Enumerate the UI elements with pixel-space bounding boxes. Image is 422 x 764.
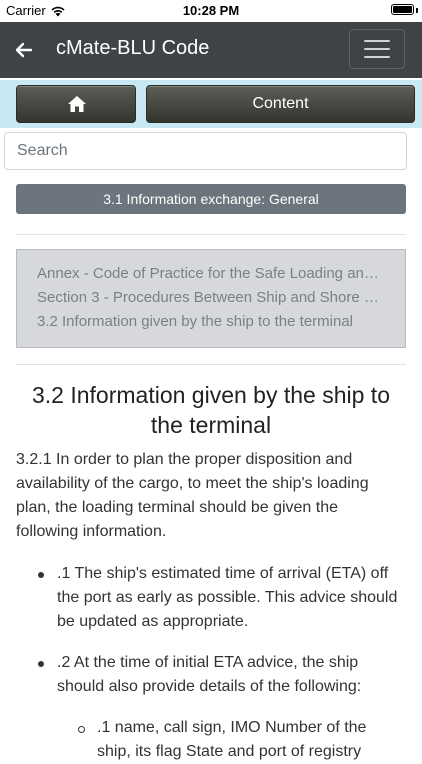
battery-cap: [416, 8, 418, 13]
search-input[interactable]: [4, 132, 407, 170]
bullet-icon: [38, 661, 44, 667]
breadcrumb-item-current: 3.2 Information given by the ship to the…: [37, 313, 354, 330]
home-button[interactable]: [16, 85, 136, 123]
sub-bullet-icon: [78, 726, 85, 733]
divider: [16, 234, 406, 235]
sub-list-item: .1 name, call sign, IMO Number of the sh…: [97, 719, 367, 760]
content-button[interactable]: Content: [146, 85, 415, 123]
paragraph: 3.2.1 In order to plan the proper dispos…: [16, 451, 369, 540]
breadcrumb-item-annex[interactable]: Annex - Code of Practice for the Safe Lo…: [37, 262, 385, 286]
status-time: 10:28 PM: [182, 3, 240, 18]
menu-icon-bar: [364, 48, 390, 50]
back-arrow-icon[interactable]: [12, 38, 36, 62]
list-item: .1 The ship's estimated time of arrival …: [57, 565, 398, 630]
hamburger-menu-button[interactable]: [349, 29, 405, 69]
page-title: 3.2 Information given by the ship to the…: [32, 382, 390, 438]
menu-icon-bar: [364, 56, 390, 58]
app-title: cMate-BLU Code: [56, 37, 210, 59]
menu-icon-bar: [364, 40, 390, 42]
breadcrumb-item-section[interactable]: Section 3 - Procedures Between Ship and …: [37, 286, 385, 310]
toolbar: Content: [0, 80, 422, 128]
divider: [16, 364, 406, 365]
status-bar: Carrier 10:28 PM: [0, 0, 422, 22]
battery-icon: [391, 4, 414, 15]
section-nav-button[interactable]: 3.1 Information exchange: General: [16, 184, 406, 214]
breadcrumb: Annex - Code of Practice for the Safe Lo…: [16, 249, 406, 348]
home-icon: [68, 96, 86, 112]
bullet-icon: [38, 572, 44, 578]
list-item: .2 At the time of initial ETA advice, th…: [57, 654, 362, 695]
app-navbar: cMate-BLU Code: [0, 22, 422, 78]
